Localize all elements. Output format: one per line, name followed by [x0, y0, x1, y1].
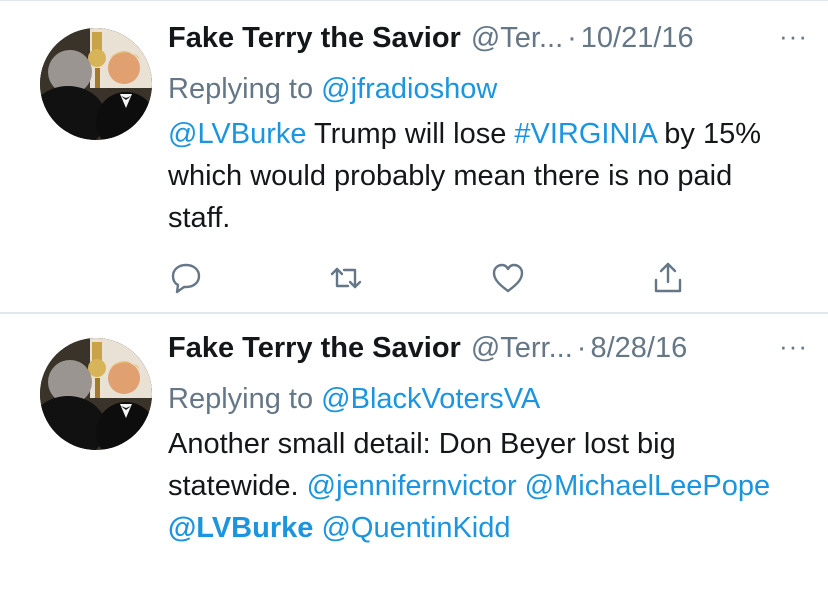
mention-link[interactable]: @LVBurke	[168, 512, 313, 544]
replying-label: Replying to	[168, 73, 322, 105]
separator-dot: ·	[567, 22, 577, 54]
tweet-header: Fake Terry the Savior @Ter... · 10/21/16	[168, 22, 808, 66]
more-options-icon[interactable]: ···	[779, 333, 808, 359]
tweet-actions	[168, 260, 708, 300]
user-handle[interactable]: @Terr...	[471, 332, 573, 365]
mention-link[interactable]: @QuentinKidd	[321, 512, 510, 544]
separator-dot: ·	[576, 332, 587, 364]
tweet[interactable]: Fake Terry the Savior @Ter... · 10/21/16…	[0, 4, 828, 312]
user-handle[interactable]: @Ter...	[471, 22, 563, 55]
tweet-content: Fake Terry the Savior @Ter... · 10/21/16…	[168, 22, 808, 239]
tweet-text-segment: Trump will lose	[306, 118, 515, 150]
reply-mention-link[interactable]: @BlackVotersVA	[321, 383, 540, 415]
replying-label: Replying to	[168, 383, 322, 415]
avatar[interactable]	[40, 338, 152, 450]
share-icon[interactable]	[650, 260, 686, 296]
replying-to: Replying to @jfradioshow	[168, 66, 808, 112]
mention-link[interactable]: @jennifernvictor	[307, 470, 517, 502]
tweet-content: Fake Terry the Savior @Terr... · 8/28/16…	[168, 332, 808, 549]
tweet-header: Fake Terry the Savior @Terr... · 8/28/16	[168, 332, 808, 376]
mention-link[interactable]: @MichaelLeePope	[525, 470, 770, 502]
like-icon[interactable]	[490, 260, 526, 296]
mention-link[interactable]: @LVBurke	[168, 118, 307, 150]
more-options-icon[interactable]: ···	[779, 23, 808, 49]
tweet-text: Another small detail: Don Beyer lost big…	[168, 423, 788, 549]
tweet-date[interactable]: 10/21/16	[581, 22, 694, 55]
tweet-text: @LVBurke Trump will lose #VIRGINIA by 15…	[168, 113, 788, 239]
reply-mention-link[interactable]: @jfradioshow	[321, 73, 497, 105]
hashtag-link[interactable]: #VIRGINIA	[514, 118, 656, 150]
retweet-icon[interactable]	[328, 260, 364, 296]
avatar[interactable]	[40, 28, 152, 140]
display-name[interactable]: Fake Terry the Savior	[168, 22, 461, 55]
display-name[interactable]: Fake Terry the Savior	[168, 332, 461, 365]
reply-icon[interactable]	[168, 260, 204, 296]
replying-to: Replying to @BlackVotersVA	[168, 376, 808, 422]
tweet[interactable]: Fake Terry the Savior @Terr... · 8/28/16…	[0, 314, 828, 606]
tweet-date[interactable]: 8/28/16	[590, 332, 687, 365]
top-divider	[0, 0, 828, 1]
